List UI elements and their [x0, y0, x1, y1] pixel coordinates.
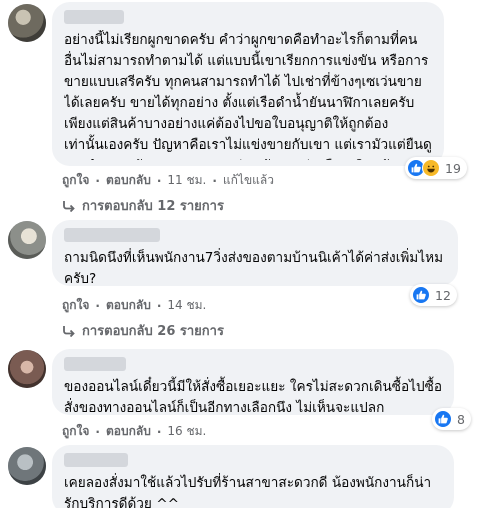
comment-bubble: ถามนิดนึงที่เห็นพนักงาน7วิ่งส่งของตามบ้า…: [52, 220, 458, 287]
reaction-count: 19: [445, 160, 461, 176]
author-name-redacted[interactable]: [64, 10, 124, 24]
author-name-redacted[interactable]: [64, 228, 160, 242]
haha-reaction-icon: [422, 159, 440, 177]
timestamp[interactable]: 14 ชม.: [167, 296, 206, 315]
comment-text: เคยลองสั่งมาใช้แล้วไปรับที่ร้านสาขาสะดวก…: [64, 475, 432, 508]
avatar[interactable]: [8, 350, 46, 388]
reply-arrow-icon: [63, 200, 75, 212]
reply-arrow-icon: [63, 325, 75, 337]
replies-count-label: การตอบกลับ 26 รายการ: [82, 324, 224, 339]
like-button[interactable]: ถูกใจ: [62, 422, 89, 441]
comment-actions: ถูกใจ · ตอบกลับ · 11 ชม. · แก้ไขแล้ว: [62, 171, 274, 190]
reply-button[interactable]: ตอบกลับ: [106, 171, 151, 190]
reaction-count: 12: [435, 287, 451, 303]
like-button[interactable]: ถูกใจ: [62, 171, 89, 190]
comment-actions: ถูกใจ · ตอบกลับ · 16 ชม.: [62, 422, 206, 441]
like-reaction-icon: [434, 410, 452, 428]
replies-count-label: การตอบกลับ 12 รายการ: [82, 199, 224, 214]
author-name-redacted[interactable]: [64, 357, 126, 371]
comment-bubble: ของออนไลน์เดี๋ยวนี้มีให้สั่งซื้อเยอะแยะ …: [52, 349, 454, 416]
reply-button[interactable]: ตอบกลับ: [106, 296, 151, 315]
reply-button[interactable]: ตอบกลับ: [106, 422, 151, 441]
edited-label[interactable]: แก้ไขแล้ว: [223, 171, 274, 190]
timestamp[interactable]: 16 ชม.: [167, 422, 206, 441]
view-replies-link[interactable]: การตอบกลับ 12 รายการ: [62, 195, 224, 216]
comment-text: ของออนไลน์เดี๋ยวนี้มีให้สั่งซื้อเยอะแยะ …: [64, 379, 442, 416]
comment-text: อย่างนี้ไม่เรียกผูกขาดครับ คำว่าผูกขาดคื…: [64, 32, 432, 160]
reaction-summary[interactable]: 8: [432, 408, 471, 430]
avatar[interactable]: [8, 4, 46, 42]
reaction-count: 8: [457, 411, 465, 427]
reaction-summary[interactable]: 12: [410, 284, 457, 306]
reaction-summary[interactable]: 19: [405, 157, 467, 179]
timestamp[interactable]: 11 ชม.: [167, 171, 206, 190]
author-name-redacted[interactable]: [64, 453, 128, 467]
comment-text: ถามนิดนึงที่เห็นพนักงาน7วิ่งส่งของตามบ้า…: [64, 250, 444, 287]
comment-bubble: อย่างนี้ไม่เรียกผูกขาดครับ คำว่าผูกขาดคื…: [52, 2, 444, 166]
avatar[interactable]: [8, 447, 46, 485]
like-reaction-icon: [412, 286, 430, 304]
avatar[interactable]: [8, 221, 46, 259]
comment-bubble: เคยลองสั่งมาใช้แล้วไปรับที่ร้านสาขาสะดวก…: [52, 445, 454, 508]
comment-actions: ถูกใจ · ตอบกลับ · 14 ชม.: [62, 296, 206, 315]
like-button[interactable]: ถูกใจ: [62, 296, 89, 315]
view-replies-link[interactable]: การตอบกลับ 26 รายการ: [62, 320, 224, 341]
